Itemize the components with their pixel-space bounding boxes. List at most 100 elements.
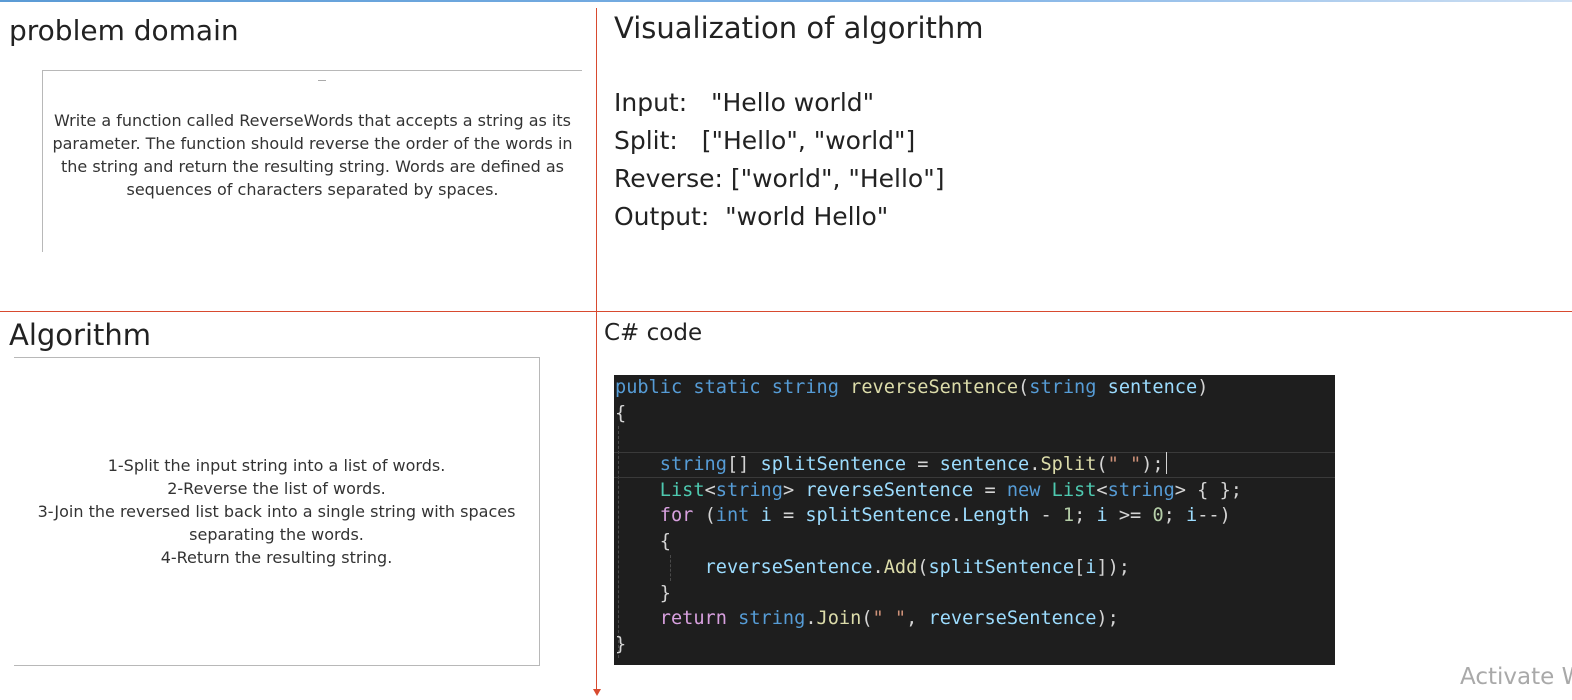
algorithm-step: 2-Reverse the list of words. [167,479,386,498]
code-token: { [615,531,671,553]
code-token: ( [1018,377,1030,398]
code-token: . [805,608,817,630]
code-line[interactable] [614,426,1335,452]
code-heading: C# code [604,320,703,346]
horizontal-divider [0,311,1572,312]
code-token: sentence [1107,377,1198,398]
code-token: reverseSentence [928,608,1097,630]
code-token: [] [726,454,761,476]
code-token: = [771,505,806,527]
top-accent-bar [0,0,1572,2]
vertical-divider-arrowhead [593,689,601,696]
code-token: splitSentence [760,454,907,476]
code-token: return [659,608,727,630]
code-token: " " [1107,454,1142,476]
code-token: Add [883,556,918,578]
code-token: >= [1107,505,1153,527]
problem-domain-heading: problem domain [9,14,239,47]
code-token: Join [816,608,862,630]
code-token: sentence [939,454,1030,476]
code-token: List [659,479,705,501]
code-token: public [615,377,683,398]
code-line[interactable]: } [614,632,1335,658]
code-line[interactable]: List<string> reverseSentence = new List<… [614,478,1335,504]
code-token: = [973,479,1007,501]
code-token: ( [693,505,716,527]
code-token: " " [872,608,907,630]
code-token: - [1029,505,1063,527]
code-token: ) [1197,377,1209,398]
code-token: string [659,454,727,476]
algorithm-step: 4-Return the resulting string. [160,548,393,567]
code-token: < [704,479,716,501]
visualization-heading: Visualization of algorithm [614,11,984,45]
code-token: splitSentence [928,556,1075,578]
code-token: ( [1096,454,1108,476]
code-line[interactable]: string[] splitSentence = sentence.Split(… [614,452,1335,478]
code-token: --) [1197,505,1231,527]
code-token: reverseSentence [850,377,1019,398]
code-line[interactable]: public static string reverseSentence(str… [614,375,1335,401]
code-token: ]); [1096,556,1131,578]
code-token: 1 [1062,505,1075,527]
code-token: . [1029,454,1041,476]
algorithm-step: 3-Join the reversed list back into a sin… [37,502,516,544]
visualization-input-row: Input: "Hello world" [614,88,875,117]
problem-statement-text: Write a function called ReverseWords tha… [52,110,573,199]
code-token: ); [1096,608,1119,630]
code-token: { [615,402,627,424]
code-editor[interactable]: public static string reverseSentence(str… [614,375,1335,665]
code-token: ; [1163,505,1187,527]
code-token: reverseSentence [704,556,873,578]
algorithm-heading: Algorithm [9,318,152,352]
code-line[interactable]: reverseSentence.Add(splitSentence[i]); [614,555,1335,581]
algorithm-step: 1-Split the input string into a list of … [107,456,446,475]
code-token: > [782,479,806,501]
code-token: } [615,633,627,655]
code-line[interactable]: return string.Join(" ", reverseSentence)… [614,606,1335,632]
code-token: ); [1141,454,1164,476]
code-token: static [693,377,761,398]
code-token: string [771,377,839,398]
code-line[interactable]: for (int i = splitSentence.Length - 1; i… [614,503,1335,529]
code-token: = [906,454,940,476]
code-token: < [1096,479,1108,501]
visualization-output-row: Output: "world Hello" [614,202,889,231]
visualization-steps: Input: "Hello world" Split: ["Hello", "w… [614,84,944,236]
problem-statement-box: Write a function called ReverseWords tha… [42,70,582,252]
code-token: i [1186,505,1198,527]
code-line[interactable]: { [614,401,1335,427]
activate-windows-watermark: Activate W [1460,664,1572,690]
algorithm-box: 1-Split the input string into a list of … [14,357,540,666]
code-token: i [1096,505,1108,527]
code-token: . [950,505,963,527]
code-token: ( [917,556,929,578]
visualization-split-row: Split: ["Hello", "world"] [614,126,916,155]
code-token: [ [1074,556,1086,578]
code-line[interactable]: { [614,529,1335,555]
code-token: reverseSentence [805,479,974,501]
code-token: new [1006,479,1041,501]
code-token: for [659,505,694,527]
code-token: string [715,479,783,501]
code-token: i [760,505,772,527]
code-token: ( [861,608,873,630]
code-token: . [872,556,884,578]
code-token: int [715,505,750,527]
code-line[interactable]: } [614,581,1335,607]
code-token: List [1051,479,1097,501]
code-token: , [906,608,929,630]
code-token: Length [962,505,1030,527]
code-token: > { }; [1174,479,1242,501]
vertical-divider [596,8,597,692]
algorithm-steps-list: 1-Split the input string into a list of … [24,454,529,569]
